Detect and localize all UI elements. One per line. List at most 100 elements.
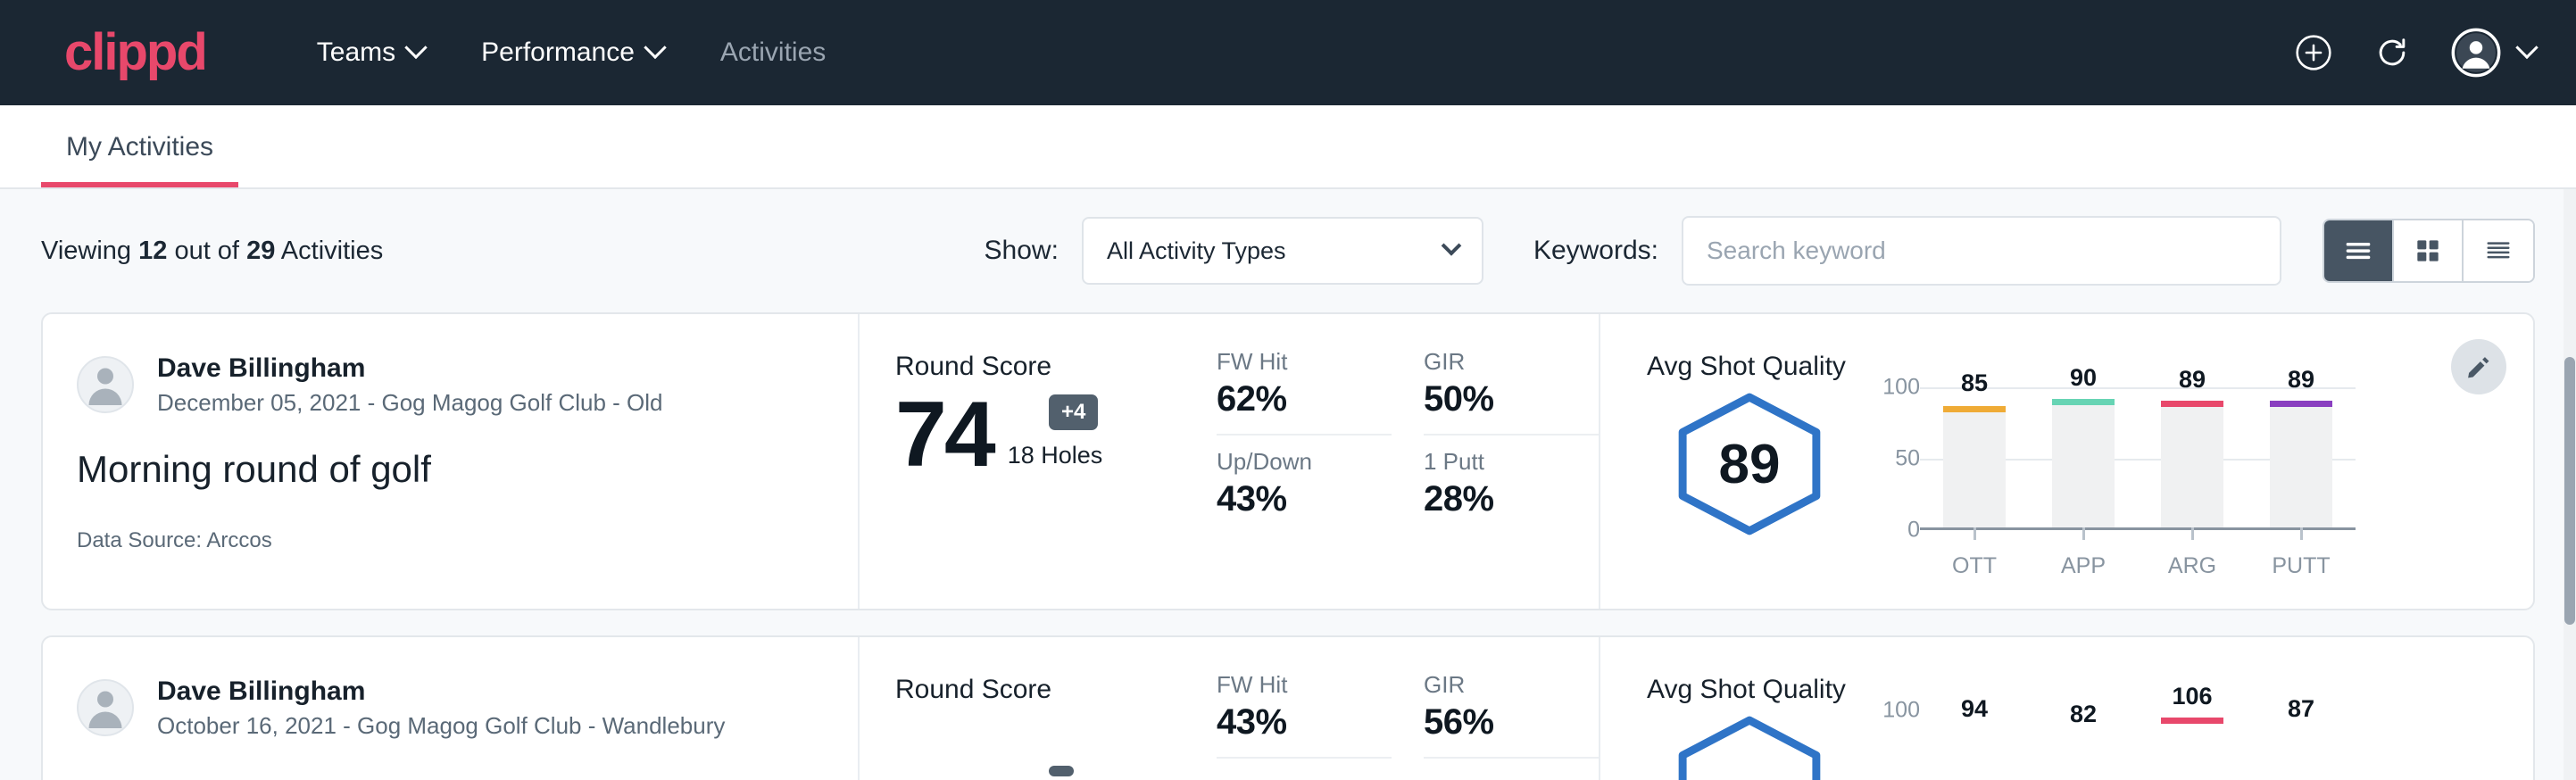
nav-item-label: Performance: [481, 37, 635, 68]
round-score-label: Round Score: [895, 675, 1217, 705]
bar-value: 89: [2288, 366, 2314, 394]
stat-one-putt: 1 Putt 28%: [1424, 448, 1599, 519]
holes-label: 18 Holes: [1008, 442, 1103, 478]
bar-value: 94: [1961, 695, 1988, 723]
bar-value: 106: [2172, 683, 2212, 710]
stat-value: 62%: [1217, 379, 1392, 419]
activity-type-value: All Activity Types: [1107, 237, 1286, 265]
y-tick: 0: [1907, 518, 1920, 544]
avg-shot-quality-body: 100 94 82 106: [1647, 710, 2533, 780]
activity-title: Morning round of golf: [77, 448, 858, 491]
bar-value: 87: [2288, 695, 2314, 723]
shot-quality-chart: 100 50 0 85: [1866, 387, 2356, 579]
view-mode-list-button[interactable]: [2324, 220, 2394, 281]
nav-item-label: Teams: [317, 37, 395, 68]
edit-activity-button[interactable]: [2451, 339, 2506, 394]
person-name: Dave Billingham: [157, 352, 663, 386]
activity-info: Dave Billingham December 05, 2021 - Gog …: [43, 314, 860, 609]
x-label: OTT: [1920, 553, 2029, 579]
activity-data-source: Data Source: Arccos: [77, 528, 858, 553]
avg-quality-value: 89: [1719, 433, 1781, 496]
activity-stats: FW Hit 43% GIR 56%: [1217, 637, 1600, 780]
quality-hexagon: 89: [1647, 387, 1852, 537]
stat-value: 43%: [1217, 702, 1392, 743]
app-header: clippd Teams Performance Activities: [0, 0, 2576, 105]
avg-shot-quality-section: Avg Shot Quality 89 100 50: [1600, 314, 2533, 609]
viewing-count: 12: [138, 236, 167, 265]
search-input[interactable]: [1682, 216, 2281, 286]
activity-person: Dave Billingham December 05, 2021 - Gog …: [77, 352, 858, 418]
stat-gir: GIR 56%: [1424, 671, 1599, 759]
plus-circle-icon: [2294, 33, 2333, 72]
avg-shot-quality-section: Avg Shot Quality 100: [1600, 637, 2533, 780]
keywords-label: Keywords:: [1533, 236, 1658, 266]
bar-value: 90: [2070, 364, 2097, 392]
nav-item-label: Activities: [720, 37, 826, 68]
viewing-count-text: Viewing 12 out of 29 Activities: [41, 236, 383, 266]
chart-plot-area: 85 90: [1920, 387, 2356, 530]
bar-slot: 90: [2029, 387, 2138, 527]
main-content: Viewing 12 out of 29 Activities Show: Al…: [0, 189, 2576, 780]
chevron-down-icon: [644, 37, 666, 59]
stat-value: 50%: [1424, 379, 1599, 419]
activity-meta: December 05, 2021 - Gog Magog Golf Club …: [157, 388, 663, 419]
bar-slot: 87: [2247, 710, 2356, 780]
clippd-logo[interactable]: clippd: [64, 27, 206, 79]
stat-value: 28%: [1424, 479, 1599, 519]
chart-y-axis: 100 50 0: [1866, 387, 1920, 530]
stat-label: Up/Down: [1217, 448, 1392, 476]
activity-stats: FW Hit 62% GIR 50% Up/Down 43% 1 Putt 28…: [1217, 314, 1600, 609]
bar-cap: [2161, 718, 2223, 724]
grid-view-icon: [2410, 233, 2446, 269]
add-activity-button[interactable]: [2294, 33, 2333, 72]
x-label: PUTT: [2247, 553, 2356, 579]
bar-slot: 89: [2138, 387, 2247, 527]
quality-hexagon: [1647, 710, 1852, 780]
bar-slot: 82: [2029, 710, 2138, 780]
viewing-prefix: Viewing: [41, 236, 131, 265]
bar-app: [2052, 399, 2115, 527]
bar-slot: 106: [2138, 710, 2247, 780]
nav-item-teams[interactable]: Teams: [288, 37, 453, 68]
activity-meta: October 16, 2021 - Gog Magog Golf Club -…: [157, 711, 725, 742]
refresh-icon: [2372, 33, 2412, 72]
chart-bars: 85 90: [1920, 387, 2356, 527]
bar-slot: 85: [1920, 387, 2029, 527]
activity-card[interactable]: Dave Billingham December 05, 2021 - Gog …: [41, 312, 2535, 610]
account-menu-button[interactable]: [2451, 28, 2535, 78]
bar-slot: 89: [2247, 387, 2356, 527]
chevron-down-icon: [404, 37, 427, 59]
avg-shot-quality-body: 89 100 50 0: [1647, 387, 2533, 579]
refresh-button[interactable]: [2372, 33, 2412, 72]
chevron-down-icon: [2515, 37, 2538, 59]
person-avatar-icon: [79, 679, 132, 734]
nav-item-activities[interactable]: Activities: [692, 37, 854, 68]
bar-putt: [2270, 401, 2332, 527]
shot-quality-chart: 100 94 82 106: [1866, 710, 2356, 780]
x-label: APP: [2029, 553, 2138, 579]
view-mode-compact-button[interactable]: [2464, 220, 2533, 281]
round-score-section: Round Score: [860, 637, 1217, 780]
stat-label: 1 Putt: [1424, 448, 1599, 476]
bar-arg: [2161, 718, 2223, 780]
nav-item-performance[interactable]: Performance: [453, 37, 692, 68]
stat-up-down: Up/Down 43%: [1217, 448, 1392, 519]
person-avatar-icon: [79, 356, 132, 411]
activity-card[interactable]: Dave Billingham October 16, 2021 - Gog M…: [41, 635, 2535, 780]
page-scrollbar[interactable]: [2564, 189, 2576, 780]
bar-value: 85: [1961, 369, 1988, 397]
tab-my-activities[interactable]: My Activities: [41, 132, 238, 187]
bar-cap: [1943, 406, 2006, 412]
bar-value: 82: [2070, 701, 2097, 728]
stat-label: GIR: [1424, 348, 1599, 376]
stat-label: FW Hit: [1217, 348, 1392, 376]
view-mode-grid-button[interactable]: [2394, 220, 2464, 281]
stat-fw-hit: FW Hit 43%: [1217, 671, 1392, 759]
compact-view-icon: [2480, 233, 2516, 269]
x-tick: [1974, 527, 1976, 540]
activity-type-select[interactable]: All Activity Types: [1082, 217, 1483, 285]
pencil-icon: [2464, 353, 2493, 381]
viewing-mid: out of: [174, 236, 239, 265]
bar-cap: [2052, 399, 2115, 405]
scrollbar-thumb[interactable]: [2564, 357, 2575, 625]
